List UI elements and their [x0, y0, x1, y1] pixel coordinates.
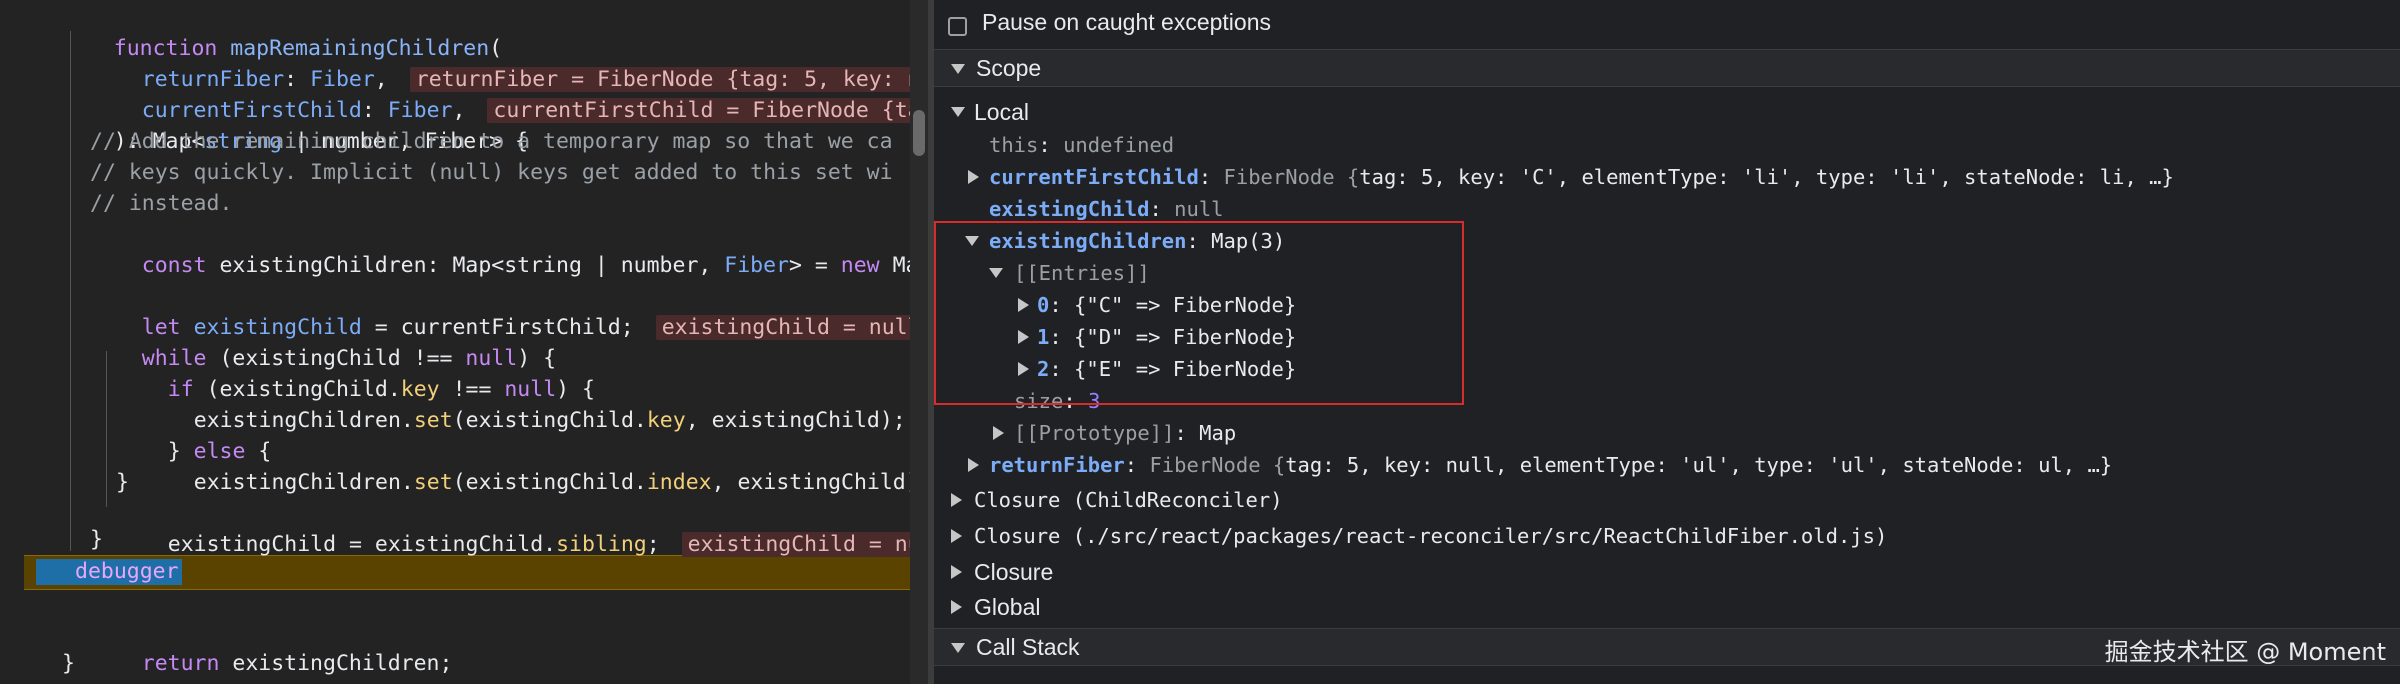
prop-value: undefined	[1063, 133, 1175, 157]
code-token: }	[90, 527, 103, 552]
code-token: ;	[646, 532, 660, 557]
pause-caught-row[interactable]: Pause on caught exceptions	[934, 6, 2400, 38]
code-line: }	[116, 467, 129, 498]
code-token: sibling	[556, 532, 647, 557]
inline-value: existingChild = nul	[681, 532, 910, 557]
code-comment: // Add the remaining children to a tempo…	[90, 126, 893, 157]
code-token: }	[116, 470, 129, 495]
prop-colon: :	[1198, 165, 1224, 189]
chevron-right-icon	[968, 458, 979, 472]
code-token: set	[413, 470, 453, 495]
prop-value-type: FiberNode {	[1149, 453, 1286, 477]
global-label: Global	[974, 594, 1041, 620]
prop-this: this: undefined	[989, 129, 1174, 161]
prop-value: Map	[1199, 421, 1237, 445]
prop-name: this	[989, 133, 1039, 157]
scope-header-label: Scope	[976, 55, 1042, 81]
code-token: new	[840, 253, 880, 278]
prop-name: returnFiber	[989, 453, 1125, 477]
prop-name: currentFirstChild	[989, 165, 1199, 189]
code-token: index	[646, 470, 712, 495]
annotation-highlight-box	[934, 221, 1464, 405]
code-line: const existingChildren: Map<string | num…	[90, 219, 910, 278]
chevron-right-icon	[951, 600, 962, 614]
prop-value: null	[1174, 197, 1224, 221]
closure-label: Closure	[974, 559, 1054, 585]
code-line: if (existingChild.key !== null) {	[116, 343, 595, 402]
chevron-down-icon	[951, 643, 965, 653]
editor-scroll-thumb[interactable]	[913, 110, 925, 156]
prop-colon: :	[1038, 133, 1064, 157]
code-line: ): Map<string | number, Fiber> {	[62, 95, 528, 154]
prop-name: existingChild	[989, 197, 1150, 221]
pause-caught-checkbox[interactable]	[948, 17, 967, 36]
code-token: Fiber	[724, 253, 790, 278]
prop-value: tag: 5, key: 'C', elementType: 'li', typ…	[1359, 165, 2174, 189]
prop-value: tag: 5, key: null, elementType: 'ul', ty…	[1285, 453, 2113, 477]
code-comment: // keys quickly. Implicit (null) keys ge…	[90, 157, 893, 188]
chevron-right-icon	[951, 493, 962, 507]
code-token: set	[413, 408, 453, 433]
chevron-right-icon	[993, 426, 1004, 440]
code-token: // instead.	[90, 191, 233, 216]
chevron-down-icon	[951, 107, 965, 117]
code-token: , existingChild);	[711, 470, 910, 495]
prop-colon: :	[1124, 453, 1150, 477]
prop-colon: :	[1149, 197, 1175, 221]
closure-label: Closure (ChildReconciler)	[974, 488, 1283, 512]
code-token: }	[62, 651, 75, 676]
editor-scrollbar[interactable]	[910, 0, 928, 684]
closure-label: Closure (./src/react/packages/react-reco…	[974, 524, 1888, 548]
code-line: existingChildren.set(existingChild.index…	[142, 436, 910, 495]
code-token: existingChildren;	[219, 651, 453, 676]
prop-value-type: FiberNode {	[1223, 165, 1360, 189]
code-token: const	[141, 253, 207, 278]
code-line: let existingChild = currentFirstChild; ex…	[90, 281, 910, 340]
code-comment: // instead.	[90, 188, 232, 219]
chevron-right-icon	[968, 170, 979, 184]
code-token: // Add the remaining children to a tempo…	[90, 129, 893, 154]
code-token: (existingChild.	[452, 408, 647, 433]
code-line: returnFiber: Fiber, returnFiber = FiberNo…	[90, 33, 910, 92]
scope-section-header[interactable]: Scope	[934, 49, 2400, 87]
prop-name: [[Prototype]]	[1014, 421, 1175, 445]
code-editor: function mapRemainingChildren( returnFib…	[0, 0, 910, 684]
chevron-right-icon	[951, 565, 962, 579]
code-token: return	[141, 651, 220, 676]
code-token: , existingChild);	[685, 408, 906, 433]
pause-caught-label: Pause on caught exceptions	[982, 9, 1271, 35]
chevron-down-icon	[951, 64, 965, 74]
inline-value: currentFirstChild = FiberNode {tag	[487, 98, 910, 123]
code-line: currentFirstChild: Fiber, currentFirstChi…	[90, 64, 910, 123]
code-line: function mapRemainingChildren(	[62, 2, 502, 61]
code-token: // keys quickly. Implicit (null) keys ge…	[90, 160, 893, 185]
code-token: existingChild = existingChild.	[167, 532, 557, 557]
code-line: return existingChildren;	[90, 617, 453, 676]
prop-colon: :	[1174, 421, 1200, 445]
code-token: (existingChild.	[452, 470, 647, 495]
code-line: }	[62, 648, 75, 679]
code-token: > =	[789, 253, 841, 278]
code-line: existingChildren.set(existingChild.key, …	[142, 374, 906, 433]
code-token: key	[646, 408, 686, 433]
inline-value: existingChild = null,	[655, 315, 910, 340]
code-line: }	[90, 524, 103, 555]
code-line: debugger	[75, 556, 179, 587]
chevron-right-icon	[951, 529, 962, 543]
callstack-header-label: Call Stack	[976, 634, 1080, 660]
watermark: 掘金技术社区 @ Moment	[2104, 638, 2386, 666]
local-label: Local	[974, 99, 1029, 125]
code-line: existingChild = existingChild.sibling; ex…	[116, 498, 910, 557]
code-line: while (existingChild !== null) {	[90, 312, 556, 371]
code-token: existingChildren.	[193, 470, 414, 495]
code-token: existingChildren: Map<string | number,	[206, 253, 725, 278]
debugger-statement: debugger	[75, 559, 179, 584]
code-token: Map	[892, 253, 910, 278]
code-line: } else {	[116, 405, 272, 464]
